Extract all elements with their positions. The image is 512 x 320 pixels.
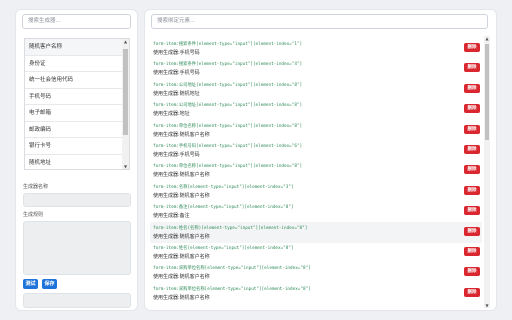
binding-selector: form-item:单位名称[element-type="input"][ele… (153, 164, 303, 170)
delete-button[interactable]: 删除 (464, 145, 480, 154)
list-item[interactable]: 随机客户名称 (25, 39, 124, 56)
list-item[interactable]: 邮政编码 (25, 122, 124, 138)
test-result-field (23, 293, 131, 308)
delete-button[interactable]: 删除 (464, 226, 480, 236)
binding-selector: form-item:公司地址[element-type="input"][ele… (153, 103, 303, 109)
list-item[interactable]: 银行卡号 (25, 138, 124, 155)
binding-selector: form-item:单位名称[element-type="input"][ele… (153, 123, 303, 129)
list-item[interactable]: 随机地址 (25, 155, 124, 170)
binding-generator: 使用生成器:随机客户名称 (153, 192, 210, 199)
binding-selector: form-item:姓名[element-type="input"][eleme… (153, 246, 294, 251)
binding-row: form-item:采购单位名称[element-type="input"][e… (150, 283, 482, 304)
binding-row: form-item:单位名称[element-type="input"][ele… (150, 120, 482, 141)
scroll-up-arrow-icon[interactable]: ▲ (484, 36, 490, 41)
binding-row: form-item:名称[element-type="input"][eleme… (150, 181, 482, 202)
binding-row: form-item:备注[element-type="input"][eleme… (150, 201, 482, 222)
generator-list-scrollbar[interactable]: ▲ ▼ (122, 39, 129, 169)
list-item[interactable]: 手机号码 (25, 89, 124, 105)
list-item[interactable]: 身份证 (25, 56, 124, 72)
binding-row: form-item:搜索条件[element-type="input"][ele… (150, 38, 482, 59)
binding-row: form-item:搜索条件[element-type="input"][ele… (150, 58, 482, 79)
binding-selector: form-item:名称[element-type="input"][eleme… (153, 184, 294, 190)
delete-button[interactable]: 删除 (464, 43, 480, 52)
scrollbar-thumb[interactable] (485, 44, 489, 140)
binding-generator: 使用生成器:随机客户名称 (153, 254, 210, 260)
scroll-down-arrow-icon[interactable]: ▼ (123, 164, 128, 169)
generator-search-input[interactable]: 搜索生成器... (22, 14, 131, 29)
binding-generator: 使用生成器:随机客户名称 (153, 233, 210, 240)
delete-button[interactable]: 删除 (464, 63, 480, 73)
binding-generator: 使用生成器:随机客户名称 (153, 131, 210, 138)
delete-button[interactable]: 删除 (464, 247, 480, 256)
binding-selector: form-item:采购单位名称[element-type="input"][e… (153, 266, 311, 272)
delete-button[interactable]: 删除 (464, 83, 480, 93)
generator-name-field[interactable] (23, 193, 131, 207)
binding-selector: form-item:公司地址[element-type="input"][ele… (153, 82, 303, 88)
generator-panel: 搜索生成器... 随机客户名称 身份证 统一社会信用代码 手机号码 电子邮箱 邮… (15, 9, 138, 311)
list-item[interactable]: 统一社会信用代码 (25, 72, 124, 89)
binding-row: form-item:姓名[element-type="input"][eleme… (150, 242, 482, 263)
binding-generator: 使用生成器:手机号码 (153, 50, 200, 56)
generation-rule-label: 生成规则 (23, 212, 44, 218)
binding-row: form-item:公司地址[element-type="input"][ele… (150, 79, 482, 100)
binding-selector: form-item:搜索条件[element-type="input"][ele… (153, 62, 303, 68)
binding-row: form-item:公司地址[element-type="input"][ele… (150, 99, 482, 120)
delete-button[interactable]: 删除 (464, 185, 480, 195)
generator-name-label: 生成器名称 (23, 184, 49, 190)
binding-selector: form-item:姓名(名称)[element-type="input"][e… (153, 225, 308, 231)
test-button[interactable]: 测试 (23, 279, 38, 289)
binding-row: form-item:采购单位名称[element-type="input"][e… (150, 262, 482, 283)
delete-button[interactable]: 删除 (464, 104, 480, 114)
binding-generator: 使用生成器:随机地址 (153, 90, 200, 97)
scroll-up-arrow-icon[interactable]: ▲ (123, 39, 128, 44)
delete-button[interactable]: 删除 (464, 287, 480, 297)
binding-generator: 使用生成器:地址 (153, 111, 190, 118)
binding-generator: 使用生成器:随机客户名称 (153, 172, 210, 179)
binding-selector: form-item:手机号码[element-type="input"][ele… (153, 144, 303, 149)
binding-row: form-item:手机号码[element-type="input"][ele… (150, 140, 482, 161)
generation-rule-field[interactable] (23, 221, 131, 275)
binding-row: form-item:姓名(名称)[element-type="input"][e… (150, 221, 482, 243)
delete-button[interactable]: 删除 (464, 165, 480, 175)
binding-panel: 搜索绑定元素... form-item:搜索条件[element-type="i… (144, 9, 497, 311)
save-button[interactable]: 保存 (42, 279, 57, 289)
list-item[interactable]: 电子邮箱 (25, 105, 124, 122)
binding-generator: 使用生成器:随机客户名称 (153, 294, 210, 301)
binding-search-input[interactable]: 搜索绑定元素... (151, 14, 488, 29)
binding-list-scrollbar[interactable]: ▲ ▼ (484, 36, 490, 308)
binding-selector: form-item:搜索条件[element-type="input"][ele… (153, 42, 303, 47)
binding-selector: form-item:采购单位名称[element-type="input"][e… (153, 286, 311, 292)
binding-generator: 使用生成器:备注 (153, 213, 190, 220)
binding-row: form-item:单位名称[element-type="input"][ele… (150, 160, 482, 181)
binding-generator: 使用生成器:手机号码 (153, 70, 200, 77)
delete-button[interactable]: 删除 (464, 206, 480, 216)
binding-generator: 使用生成器:随机客户名称 (153, 274, 210, 281)
generator-list: 随机客户名称 身份证 统一社会信用代码 手机号码 电子邮箱 邮政编码 银行卡号 … (24, 38, 130, 170)
binding-selector: form-item:备注[element-type="input"][eleme… (153, 205, 294, 211)
delete-button[interactable]: 删除 (464, 267, 480, 277)
scrollbar-thumb[interactable] (123, 49, 128, 135)
scroll-down-arrow-icon[interactable]: ▼ (484, 303, 490, 308)
delete-button[interactable]: 删除 (464, 124, 480, 134)
binding-generator: 使用生成器:手机号码 (153, 152, 200, 158)
